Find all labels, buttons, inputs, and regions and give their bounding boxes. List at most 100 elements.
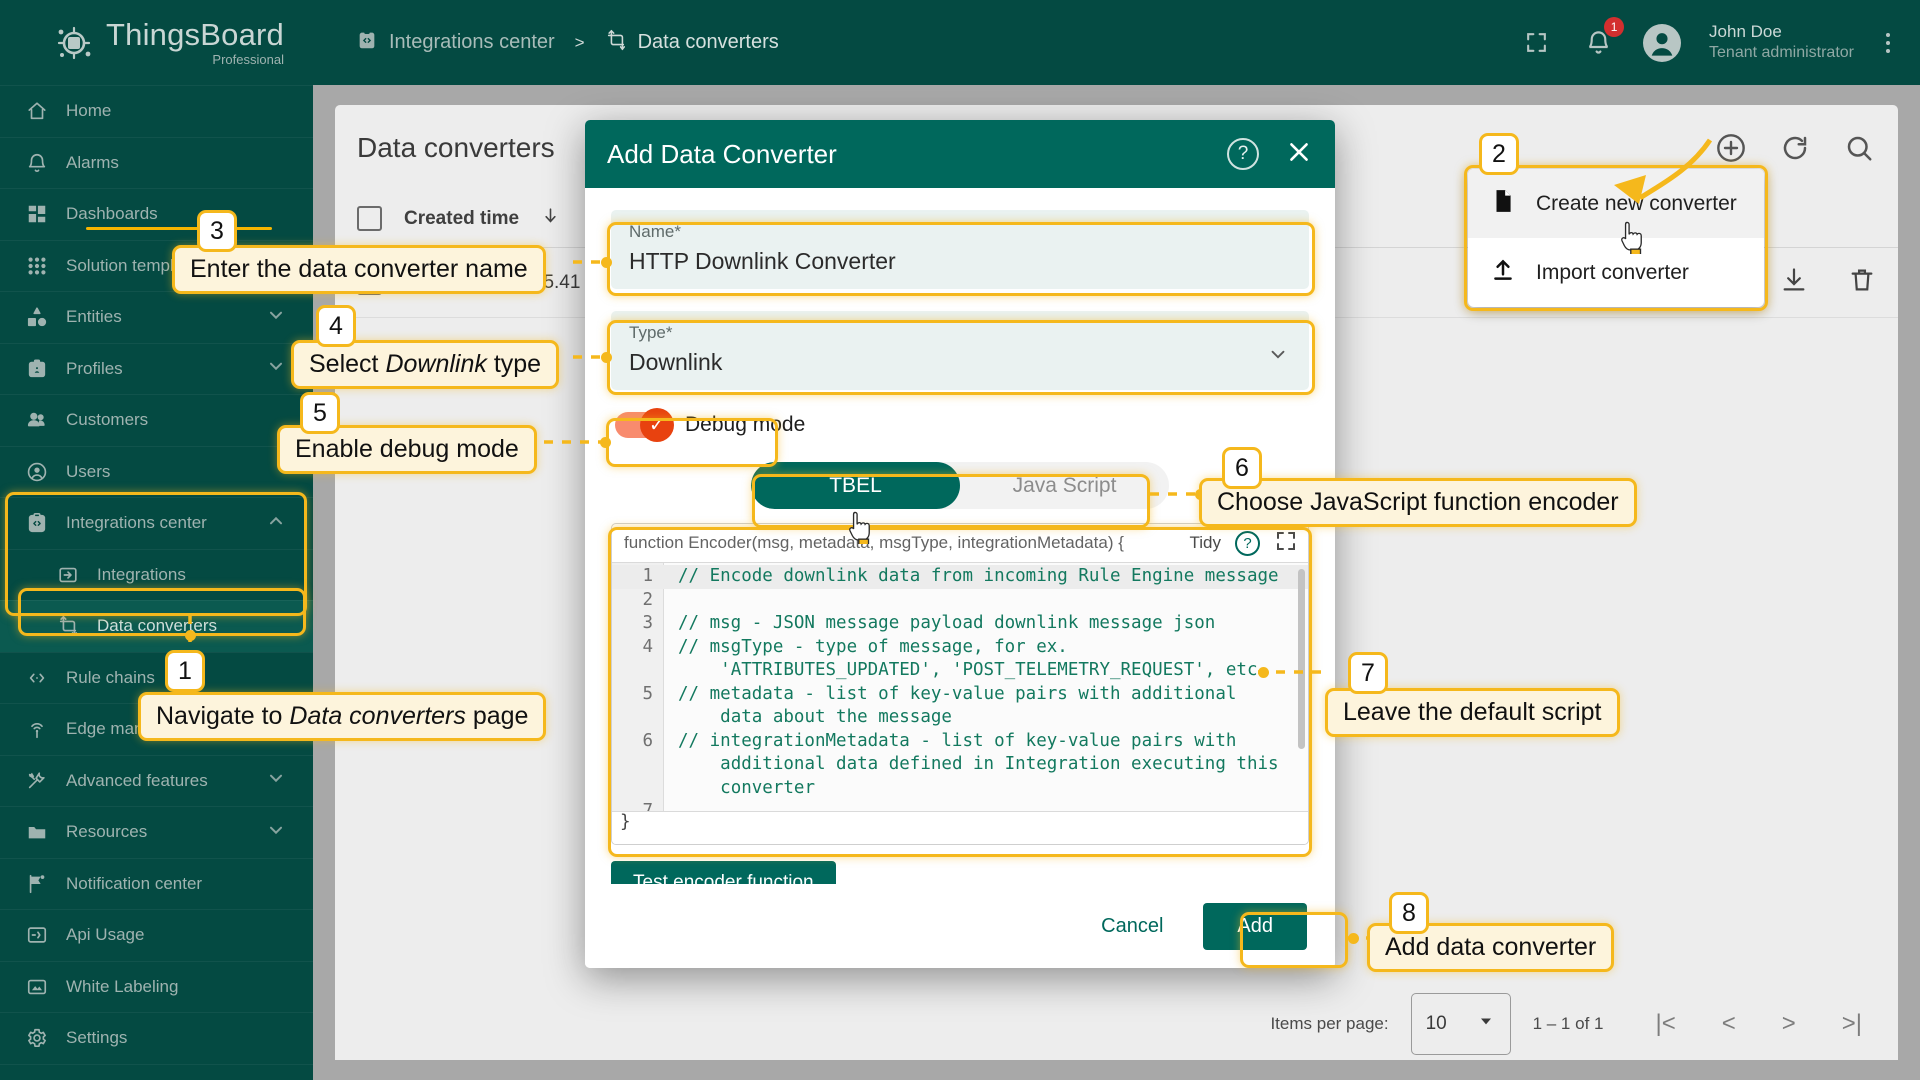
callout-3: Enter the data converter name [172, 245, 546, 294]
sidebar-item-profiles[interactable]: Profiles [0, 343, 313, 395]
menu-item-import-converter[interactable]: Import converter [1468, 238, 1764, 307]
sidebar-item-white-labeling[interactable]: White Labeling [0, 961, 313, 1013]
breadcrumb-item-integrations-center[interactable]: Integrations center [356, 29, 555, 57]
sidebar-item-users[interactable]: Users [0, 446, 313, 498]
fullscreen-icon[interactable] [1519, 26, 1553, 60]
integrations-icon [356, 29, 378, 57]
callout-4: Select Downlink type [291, 340, 559, 389]
avatar[interactable] [1643, 24, 1681, 62]
line-number: 7 [612, 800, 664, 812]
chevron-down-icon[interactable] [265, 1076, 287, 1080]
sidebar-item-advanced-features[interactable]: Advanced features [0, 755, 313, 807]
kebab-menu-icon[interactable] [1882, 29, 1894, 57]
sidebar-item-security[interactable]: Security [0, 1064, 313, 1080]
user-icon [26, 461, 48, 483]
sidebar-item-integrations[interactable]: Integrations [0, 549, 313, 601]
first-page-icon[interactable]: |< [1655, 1010, 1675, 1038]
chevron-down-icon[interactable] [265, 819, 287, 846]
tidy-button[interactable]: Tidy [1190, 533, 1222, 553]
line-number: 6 [612, 730, 664, 801]
code-text: // msg - JSON message payload downlink m… [664, 612, 1308, 636]
editor-scrollbar[interactable] [1298, 569, 1305, 749]
sidebar-item-label: Resources [66, 822, 247, 842]
sidebar-item-data-converters[interactable]: Data converters [0, 600, 313, 652]
search-icon[interactable] [1842, 131, 1876, 165]
notification-badge: 1 [1604, 17, 1624, 37]
toggle-knob-check-icon: ✓ [640, 408, 674, 442]
items-per-page-select[interactable]: 10 [1411, 993, 1511, 1055]
sidebar-item-label: Users [66, 462, 313, 482]
notifications-bell-icon[interactable]: 1 [1581, 26, 1615, 60]
user-info[interactable]: John Doe Tenant administrator [1709, 21, 1854, 63]
breadcrumb-label: Integrations center [389, 31, 555, 54]
add-converter-button[interactable] [1714, 131, 1748, 165]
code-text [664, 589, 1308, 613]
sidebar-item-customers[interactable]: Customers [0, 394, 313, 446]
tab-javascript[interactable]: Java Script [960, 462, 1169, 509]
menu-item-create-new-converter[interactable]: Create new converter [1468, 169, 1764, 238]
help-icon[interactable]: ? [1227, 138, 1259, 170]
tab-tbel[interactable]: TBEL [751, 462, 960, 509]
sidebar-item-dashboards[interactable]: Dashboards [0, 188, 313, 240]
sidebar-item-label: Integrations center [66, 513, 247, 533]
whitelabel-icon [26, 976, 48, 998]
refresh-icon[interactable] [1778, 131, 1812, 165]
mouse-cursor-icon [845, 510, 875, 549]
type-select[interactable]: Type* Downlink [611, 311, 1309, 390]
step-badge-7: 7 [1348, 652, 1388, 694]
connector-dot [1258, 667, 1269, 678]
chevron-down-icon [1476, 1011, 1496, 1037]
connector-dot [600, 437, 611, 448]
column-header-created-time[interactable]: Created time [404, 208, 519, 230]
close-icon[interactable] [1285, 138, 1313, 171]
sidebar-item-label: Home [66, 101, 313, 121]
sidebar-item-label: Data converters [97, 616, 313, 636]
grid-icon [26, 255, 48, 277]
sidebar-item-label: Advanced features [66, 771, 247, 791]
trash-icon[interactable] [1848, 266, 1876, 300]
chevron-down-icon[interactable] [265, 304, 287, 331]
chevron-down-icon[interactable] [265, 355, 287, 382]
last-page-icon[interactable]: >| [1842, 1010, 1862, 1038]
arrow-down-icon [541, 206, 560, 231]
chevron-down-icon[interactable] [265, 767, 287, 794]
code-area[interactable]: 1// Encode downlink data from incoming R… [612, 562, 1308, 812]
add-button[interactable]: Add [1203, 903, 1307, 950]
select-all-checkbox[interactable] [357, 206, 382, 231]
name-field-value: HTTP Downlink Converter [629, 248, 1291, 275]
sidebar-item-label: Dashboards [66, 204, 313, 224]
sidebar-item-entities[interactable]: Entities [0, 291, 313, 343]
sidebar-item-home[interactable]: Home [0, 85, 313, 137]
download-icon[interactable] [1780, 266, 1808, 300]
sidebar-item-alarms[interactable]: Alarms [0, 137, 313, 189]
next-page-icon[interactable]: > [1782, 1010, 1796, 1038]
breadcrumb-item-data-converters[interactable]: Data converters [605, 29, 779, 57]
callout-1: Navigate to Data converters page [138, 692, 546, 741]
sidebar-item-resources[interactable]: Resources [0, 806, 313, 858]
name-field-label: Name* [629, 222, 1291, 242]
sidebar-item-notification-center[interactable]: Notification center [0, 858, 313, 910]
cancel-button[interactable]: Cancel [1083, 905, 1181, 948]
sidebar-item-integrations-center[interactable]: Integrations center [0, 497, 313, 549]
help-icon[interactable]: ? [1235, 531, 1260, 556]
sidebar-item-api-usage[interactable]: Api Usage [0, 909, 313, 961]
folder-icon [26, 821, 48, 843]
debug-mode-row[interactable]: ✓ Debug mode [615, 412, 1309, 438]
name-field[interactable]: Name* HTTP Downlink Converter [611, 210, 1309, 289]
brand-subtitle: Professional [212, 53, 284, 66]
step-badge-5: 5 [300, 392, 340, 434]
line-number: 3 [612, 612, 664, 636]
sidebar-item-settings[interactable]: Settings [0, 1012, 313, 1064]
debug-mode-toggle[interactable]: ✓ [615, 412, 671, 438]
prev-page-icon[interactable]: < [1722, 1010, 1736, 1038]
sidebar-item-label: Settings [66, 1028, 313, 1048]
sidebar-item-label: White Labeling [66, 977, 313, 997]
dialog-header: Add Data Converter ? [585, 120, 1335, 188]
chevron-up-icon[interactable] [265, 510, 287, 537]
thingsboard-logo-icon [52, 21, 96, 65]
fullscreen-icon[interactable] [1274, 529, 1298, 558]
document-icon [1490, 188, 1516, 220]
converter-icon [57, 615, 79, 637]
code-text: // Encode downlink data from incoming Ru… [664, 565, 1308, 589]
chevron-down-icon [1267, 343, 1289, 370]
